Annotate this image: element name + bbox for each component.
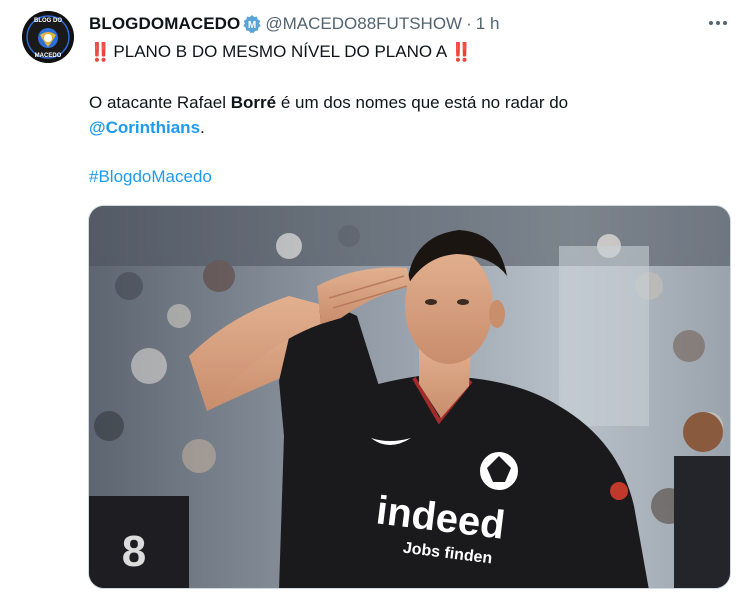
more-horizontal-icon[interactable] <box>705 13 731 33</box>
double-exclamation-icon: ‼️ <box>450 42 472 62</box>
avatar-text-top: BLOG DO <box>34 18 62 24</box>
back-player-number: 8 <box>122 527 146 576</box>
tweet-timestamp[interactable]: 1 h <box>476 14 500 34</box>
author-avatar[interactable]: BLOG DO MACEDO <box>22 11 74 63</box>
verified-badge-letter: M <box>248 20 256 31</box>
author-display-name[interactable]: BLOGDOMACEDO <box>89 14 240 34</box>
body-text-part-1: O atacante Rafael <box>89 93 231 112</box>
body-bold-name: Borré <box>230 93 277 112</box>
hashtag-link[interactable]: #BlogdoMacedo <box>89 167 212 186</box>
double-exclamation-icon: ‼️ <box>89 42 111 62</box>
body-text-part-2: é um dos nomes que está no radar do <box>276 93 569 112</box>
tweet-body-line-2: @Corinthians. <box>89 117 205 139</box>
body-period: . <box>200 118 205 137</box>
verified-badge-icon[interactable]: M <box>242 14 262 34</box>
avatar-text-bottom: MACEDO <box>35 53 62 59</box>
tweet-headline: ‼️ PLANO B DO MESMO NÍVEL DO PLANO A ‼️ <box>89 41 473 63</box>
author-handle[interactable]: @MACEDO88FUTSHOW <box>265 14 462 34</box>
tweet-body-line-1: O atacante Rafael Borré é um dos nomes q… <box>89 92 568 114</box>
tweet-card[interactable]: BLOG DO MACEDO BLOGDOMACEDO M @MACEDO88F… <box>0 0 745 596</box>
tweet-media-photo[interactable]: 8 indeed Jobs finden <box>88 205 731 589</box>
mention-link[interactable]: @Corinthians <box>89 118 200 137</box>
tweet-header: BLOGDOMACEDO M @MACEDO88FUTSHOW · 1 h <box>89 13 499 35</box>
hashtag-line: #BlogdoMacedo <box>89 166 212 188</box>
header-separator: · <box>466 14 472 33</box>
headline-text: PLANO B DO MESMO NÍVEL DO PLANO A <box>113 42 448 61</box>
